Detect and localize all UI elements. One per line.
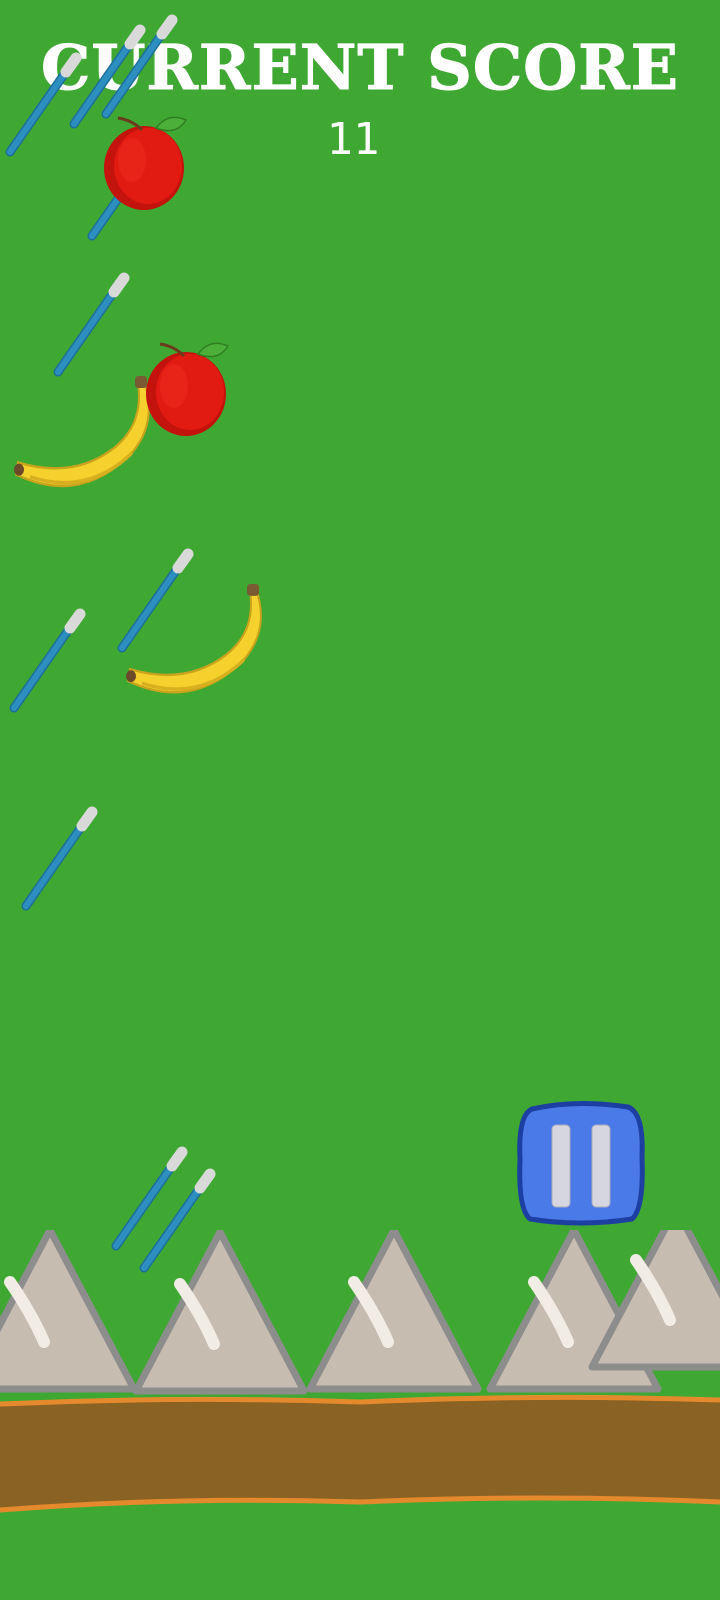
spike-icon <box>310 1230 478 1389</box>
pause-button[interactable] <box>516 1097 647 1229</box>
spike-icon <box>0 1230 134 1389</box>
pause-icon <box>517 1100 645 1226</box>
toothbrush-icon <box>102 18 182 118</box>
toothbrush-icon <box>54 276 134 376</box>
spike-icon <box>136 1232 304 1391</box>
ground-dirt <box>0 1397 720 1510</box>
game-stage[interactable]: CURRENT SCORE 11 <box>0 0 720 1600</box>
banana-icon <box>12 374 151 488</box>
spike-row <box>0 1230 720 1391</box>
ground <box>0 1230 720 1513</box>
apple-icon <box>144 341 230 438</box>
toothbrush-icon <box>22 810 102 910</box>
banana-icon <box>124 582 263 695</box>
apple-icon <box>102 115 188 212</box>
toothbrush-icon <box>10 612 90 712</box>
